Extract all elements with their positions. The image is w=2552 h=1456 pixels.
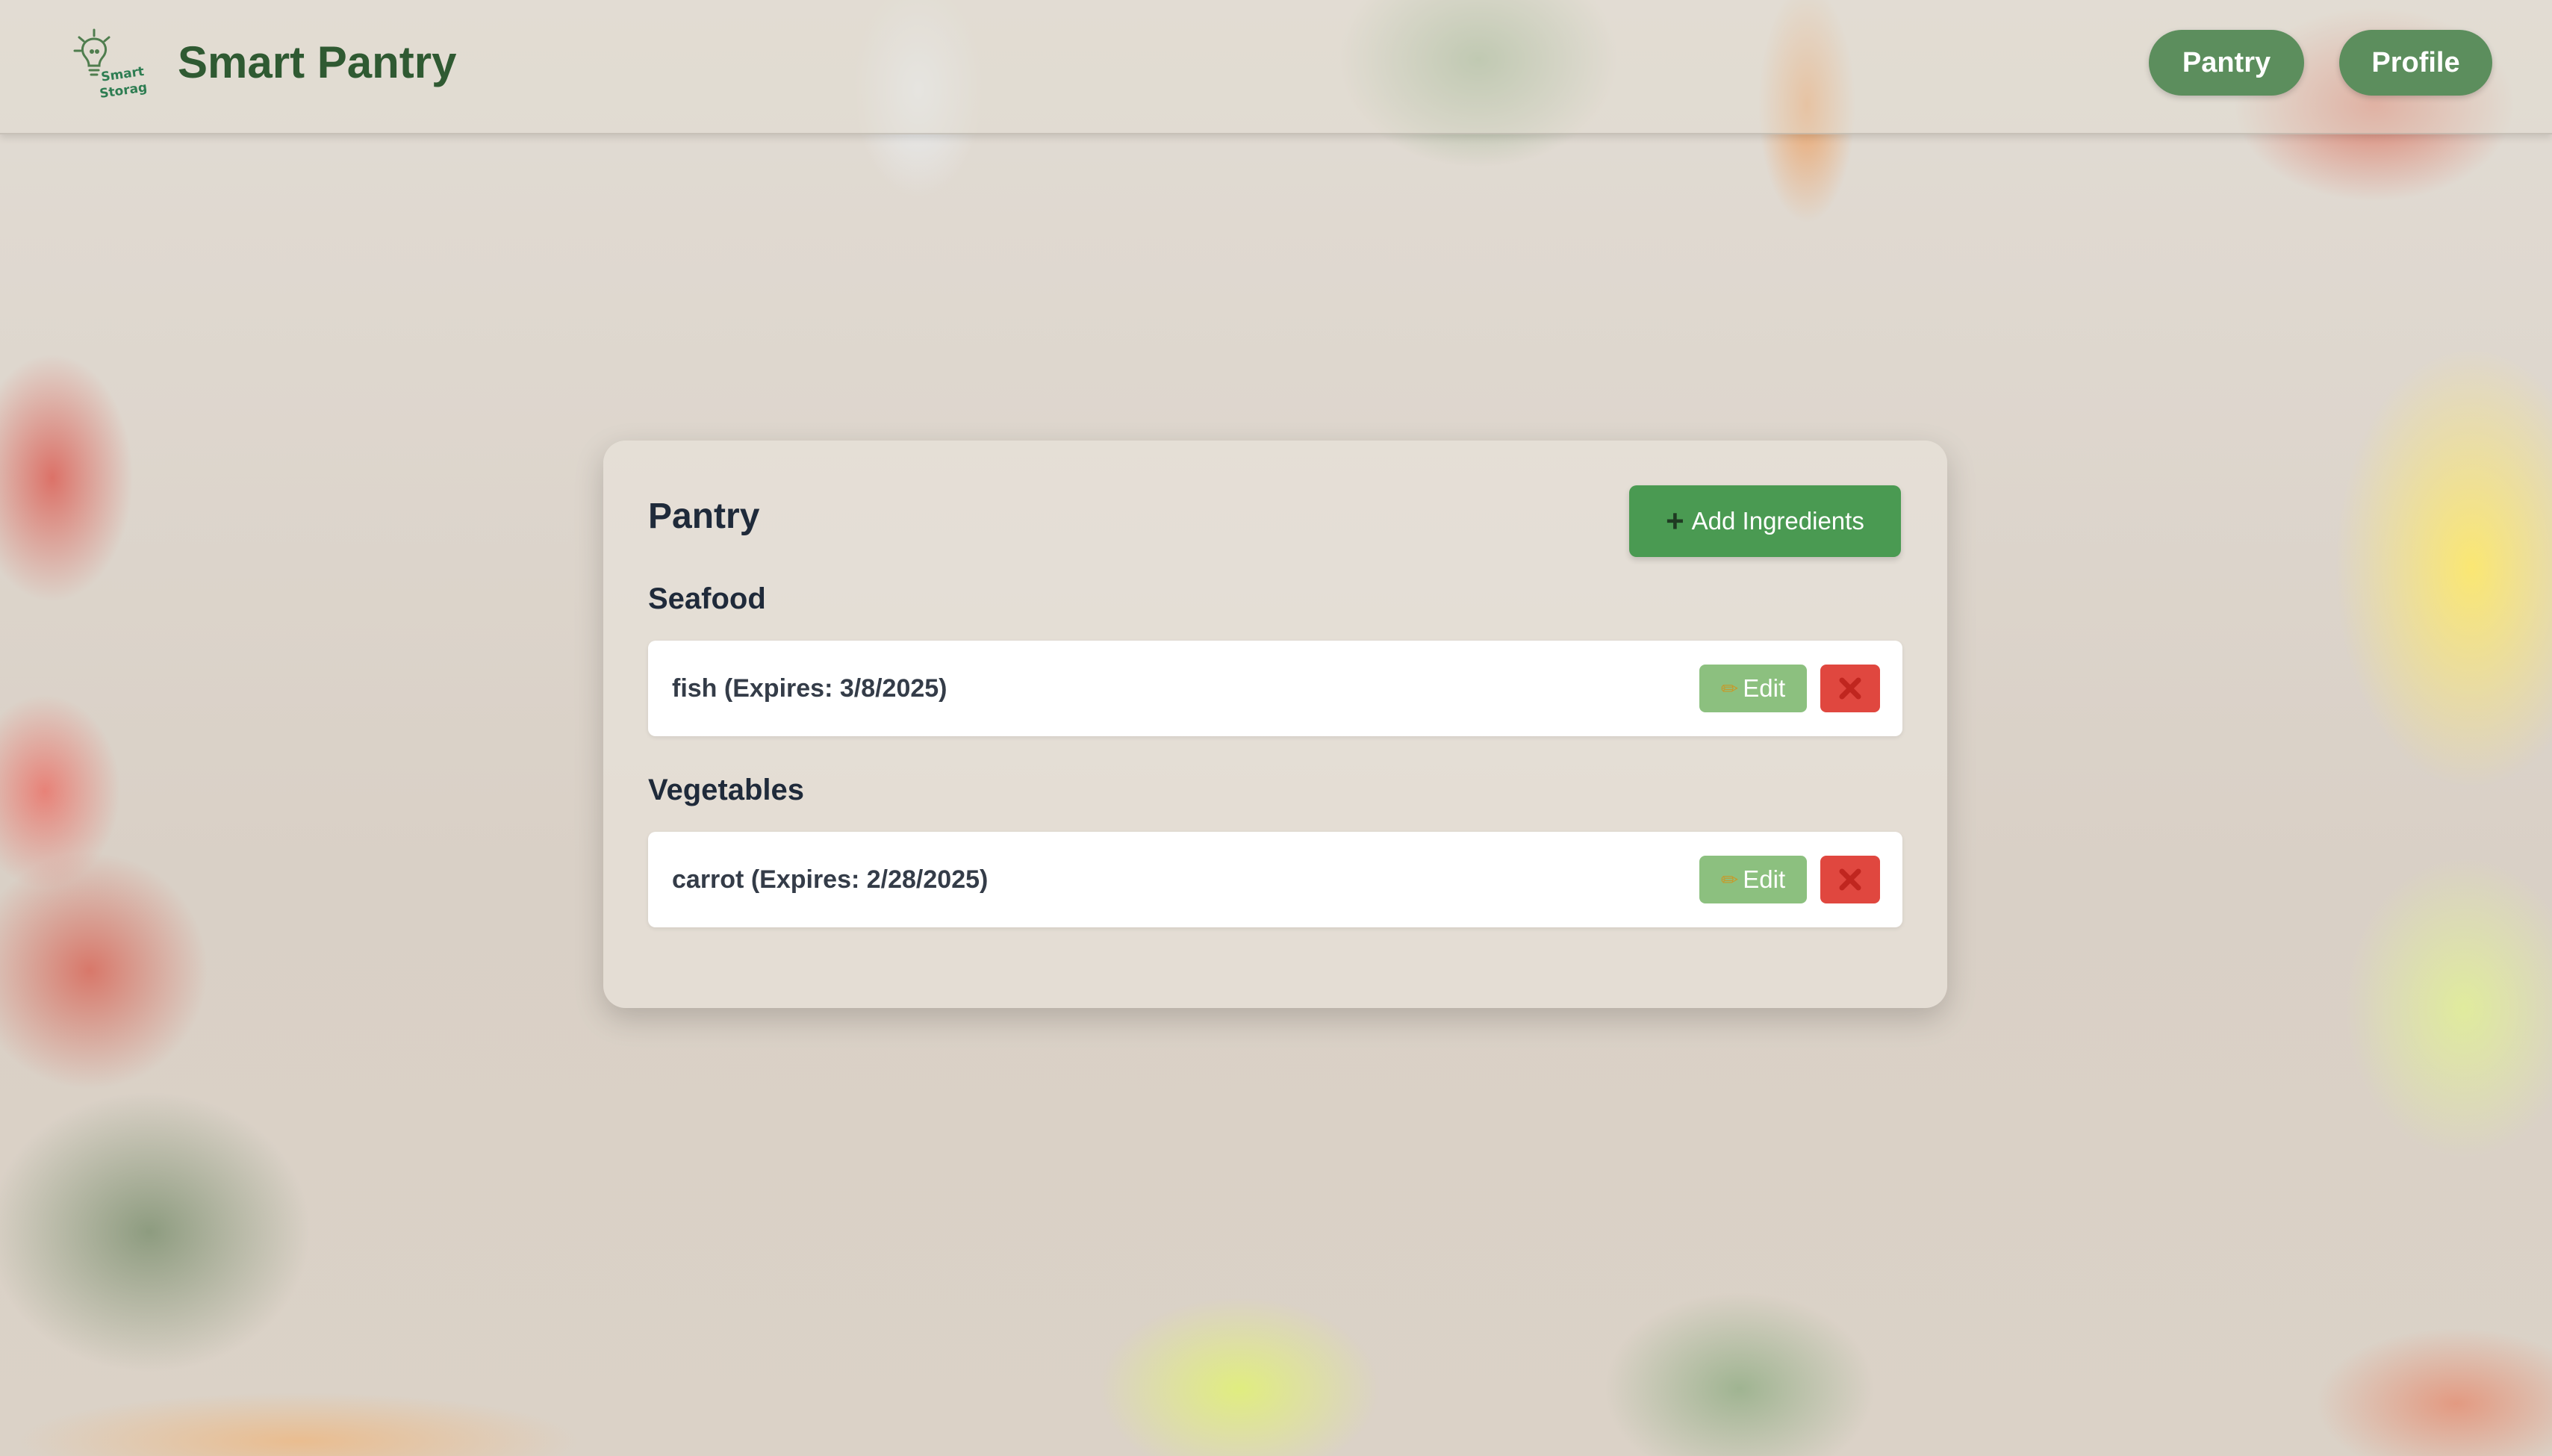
- nav-profile-button[interactable]: Profile: [2339, 30, 2492, 96]
- app-title: Smart Pantry: [178, 37, 457, 87]
- page-title: Pantry: [648, 497, 760, 536]
- edit-button[interactable]: ✏ Edit: [1699, 856, 1807, 903]
- list-item: fish (Expires: 3/8/2025) ✏ Edit: [648, 641, 1902, 736]
- pencil-icon: ✏: [1720, 676, 1739, 700]
- edit-label: Edit: [1743, 674, 1786, 702]
- pantry-card: Pantry + Add Ingredients Seafood fish (E…: [603, 441, 1947, 1008]
- nav-pantry-button[interactable]: Pantry: [2149, 30, 2304, 96]
- add-ingredients-label: Add Ingredients: [1691, 507, 1864, 535]
- item-text: carrot (Expires: 2/28/2025): [672, 865, 989, 894]
- delete-button[interactable]: [1820, 665, 1880, 712]
- delete-button[interactable]: [1820, 856, 1880, 903]
- edit-label: Edit: [1743, 865, 1786, 893]
- list-item: carrot (Expires: 2/28/2025) ✏ Edit: [648, 832, 1902, 927]
- close-icon: [1839, 677, 1861, 700]
- close-icon: [1839, 868, 1861, 891]
- item-text: fish (Expires: 3/8/2025): [672, 673, 947, 703]
- pencil-icon: ✏: [1720, 868, 1739, 892]
- add-ingredients-button[interactable]: + Add Ingredients: [1629, 485, 1901, 557]
- plus-icon: +: [1666, 503, 1684, 538]
- category-heading-seafood: Seafood: [648, 582, 766, 615]
- smart-storage-logo[interactable]: Smart Storage: [72, 27, 157, 105]
- top-navbar: Smart Storage Smart Pantry Pantry Profil…: [0, 0, 2552, 134]
- edit-button[interactable]: ✏ Edit: [1699, 665, 1807, 712]
- category-heading-vegetables: Vegetables: [648, 774, 805, 806]
